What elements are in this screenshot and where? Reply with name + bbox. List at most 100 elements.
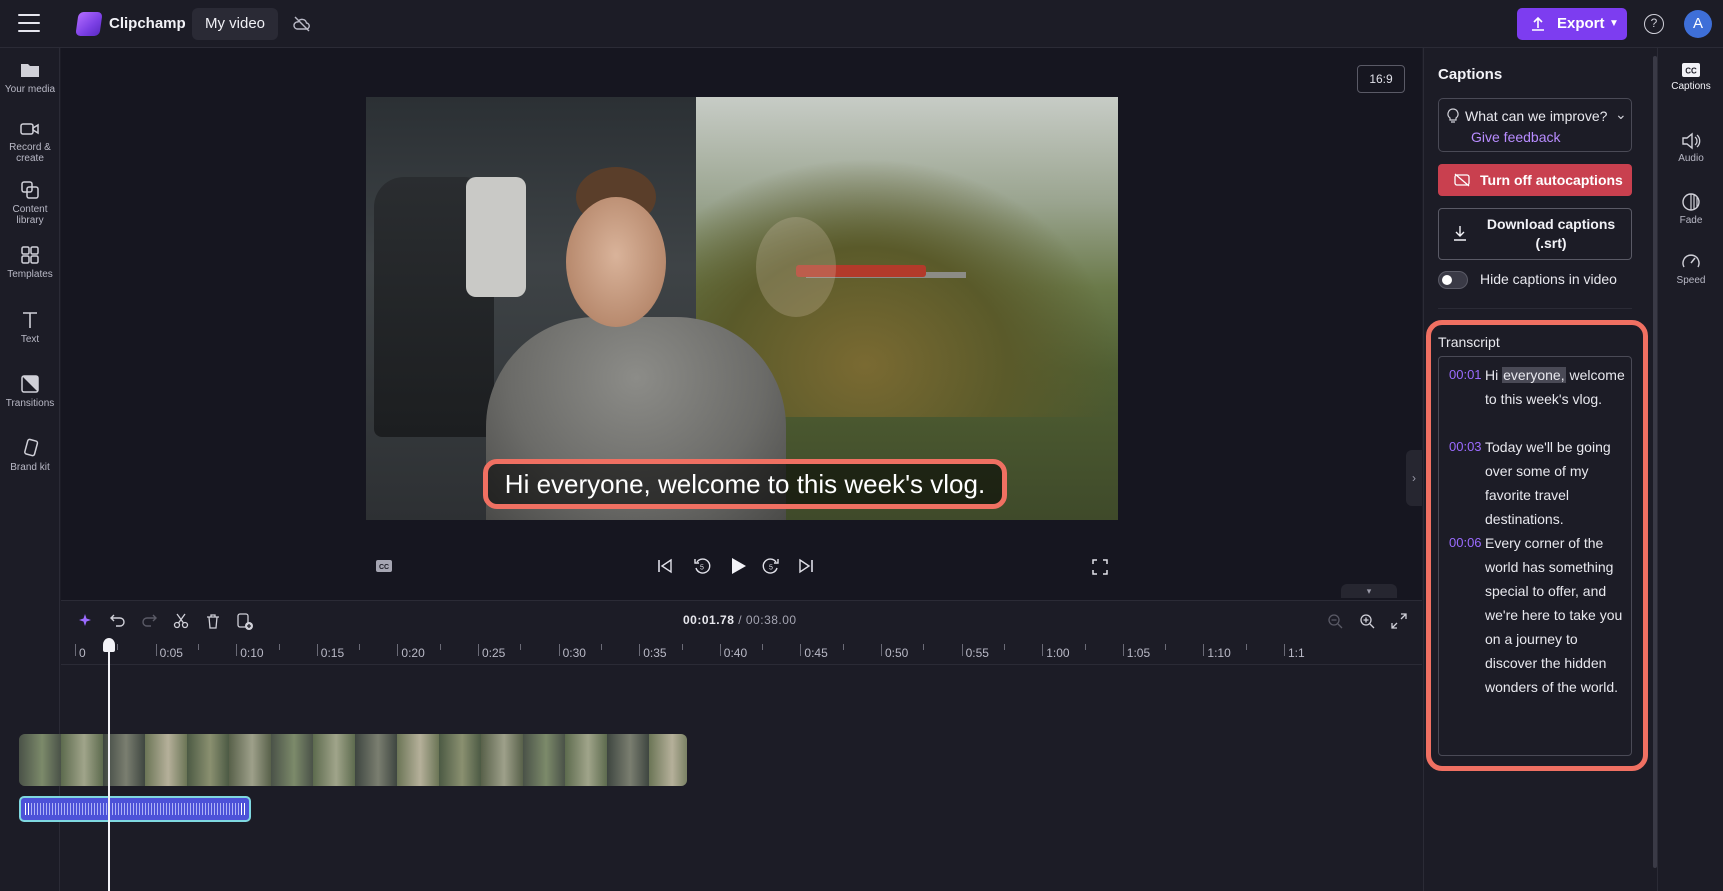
ruler-tick [478, 644, 479, 656]
cloud-off-icon[interactable] [292, 14, 312, 34]
feedback-box[interactable]: What can we improve? ⌄ Give feedback [1438, 98, 1632, 152]
audio-clip[interactable] [19, 796, 251, 822]
sidebar-item-content-library[interactable]: Content library [0, 180, 60, 226]
ruler-label: 0:40 [723, 646, 748, 660]
menu-icon[interactable] [18, 14, 40, 34]
sidebar-item-record-create[interactable]: Record & create [0, 120, 60, 164]
fullscreen-icon[interactable] [1092, 559, 1108, 575]
ruler-tick [75, 644, 76, 656]
skip-back-icon[interactable] [657, 558, 673, 574]
zoom-out-icon[interactable] [1327, 613, 1343, 629]
sidebar-item-templates[interactable]: Templates [0, 245, 60, 280]
sidebar-item-your-media[interactable]: Your media [0, 60, 60, 95]
speed-icon [1682, 254, 1700, 268]
sidebar-item-label: Record & create [9, 142, 51, 164]
hide-captions-label: Hide captions in video [1480, 271, 1617, 287]
svg-text:CC: CC [379, 564, 389, 571]
zoom-in-icon[interactable] [1359, 613, 1375, 629]
rail-item-label: Audio [1678, 153, 1704, 164]
skip-forward-icon[interactable] [798, 558, 814, 574]
ruler-tick [881, 644, 882, 656]
clip-thumbnail [397, 734, 439, 786]
rail-item-captions[interactable]: CC Captions [1658, 62, 1723, 92]
duplicate-icon[interactable] [237, 613, 255, 631]
clip-thumbnail [565, 734, 607, 786]
ruler-label: 0:45 [804, 646, 828, 660]
ruler-label: 0:05 [159, 646, 183, 660]
top-bar: Clipchamp My video Export ▼ ? A [0, 0, 1723, 48]
chevron-down-icon[interactable]: ⌄ [1615, 106, 1627, 123]
magic-sparkle-icon[interactable] [78, 613, 94, 629]
caption-overlay[interactable]: Hi everyone, welcome to this week's vlog… [483, 459, 1007, 509]
clip-thumbnail [61, 734, 103, 786]
clip-thumbnail [19, 734, 61, 786]
turn-off-autocaptions-button[interactable]: Turn off autocaptions [1438, 164, 1632, 196]
transcript-highlight-outline [1426, 320, 1648, 771]
ruler-label: 0:15 [320, 646, 345, 660]
ruler-minor-tick [359, 644, 361, 650]
video-preview [366, 97, 1118, 520]
playhead-handle[interactable] [103, 638, 115, 652]
ruler-tick [719, 644, 721, 656]
total-time: / 00:38.00 [738, 613, 797, 627]
collapse-timeline-button[interactable]: ▾ [1341, 584, 1397, 598]
captions-off-icon [1454, 173, 1470, 187]
clip-thumbnail [523, 734, 565, 786]
avatar[interactable]: A [1684, 10, 1712, 38]
ruler-minor-tick [520, 644, 522, 650]
rail-item-audio[interactable]: Audio [1658, 132, 1723, 164]
export-button[interactable]: Export ▼ [1517, 8, 1627, 40]
hide-captions-toggle[interactable] [1438, 271, 1468, 289]
ruler-minor-tick [600, 644, 602, 650]
play-icon[interactable] [728, 556, 748, 576]
turn-off-label: Turn off autocaptions [1480, 172, 1623, 188]
cc-toggle-icon[interactable]: CC [376, 560, 392, 572]
ruler-tick [961, 644, 963, 656]
delete-icon[interactable] [205, 613, 221, 629]
rail-item-fade[interactable]: Fade [1658, 192, 1723, 226]
ruler-tick [1284, 644, 1285, 656]
expand-right-panel-button[interactable]: › [1406, 450, 1422, 506]
clip-thumbnail [481, 734, 523, 786]
sidebar-item-transitions[interactable]: Transitions [0, 374, 60, 409]
clipchamp-logo-icon [75, 12, 103, 36]
aspect-ratio-button[interactable]: 16:9 [1357, 65, 1405, 93]
redo-icon[interactable] [141, 613, 157, 629]
rewind-5-icon[interactable]: 5 [693, 557, 711, 575]
video-scene-headrest [466, 177, 526, 297]
sidebar-item-label: Templates [7, 269, 53, 280]
captions-panel: Captions What can we improve? ⌄ Give fee… [1423, 48, 1655, 891]
help-icon[interactable]: ? [1644, 14, 1664, 34]
give-feedback-link[interactable]: Give feedback [1471, 129, 1561, 145]
export-label: Export [1557, 15, 1605, 32]
ruler-tick [1203, 644, 1205, 656]
video-clip[interactable] [19, 734, 687, 786]
audio-trim-handle-left[interactable] [25, 803, 29, 815]
ruler-minor-tick [1003, 644, 1005, 650]
ruler-label: 0:10 [240, 646, 264, 660]
fit-timeline-icon[interactable] [1391, 613, 1407, 629]
undo-icon[interactable] [110, 613, 126, 629]
ruler-label: 0:55 [965, 646, 989, 660]
audio-trim-handle-right[interactable] [241, 803, 245, 815]
rail-item-label: Speed [1676, 275, 1706, 286]
project-title[interactable]: My video [192, 8, 278, 40]
ruler-tick [397, 644, 399, 656]
scissors-icon[interactable] [173, 613, 189, 629]
ruler-minor-tick [1084, 644, 1086, 650]
forward-5-icon[interactable]: 5 [762, 557, 780, 575]
ruler-tick [1122, 644, 1124, 656]
rail-item-speed[interactable]: Speed [1658, 252, 1723, 286]
ruler-tick [800, 644, 802, 656]
sidebar-item-text[interactable]: Text [0, 310, 60, 345]
download-captions-button[interactable]: Download captions (.srt) [1438, 208, 1632, 260]
playhead[interactable] [108, 644, 110, 891]
chevron-down-icon: ▼ [1609, 18, 1619, 29]
ruler-minor-tick [117, 644, 119, 650]
divider [1438, 308, 1632, 309]
panel-title: Captions [1438, 66, 1503, 83]
sidebar-item-brand-kit[interactable]: Brand kit [0, 438, 60, 473]
camera-icon [20, 123, 39, 135]
ruler-tick [558, 644, 560, 656]
timeline-ruler[interactable]: 0 0:05 0:10 0:15 0:20 0:25 0:30 0:35 0:40 0:45 0:5… [61, 641, 1422, 665]
